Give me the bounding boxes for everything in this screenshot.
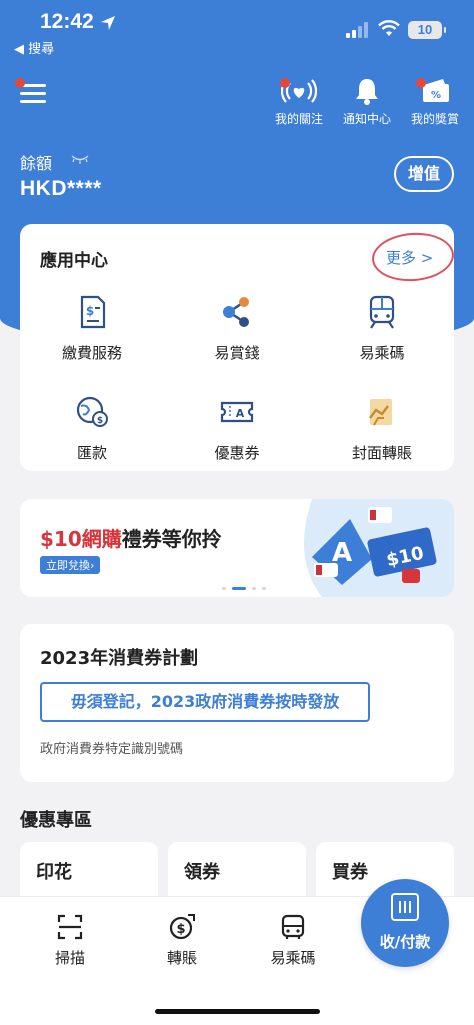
app-label: 易乘碼 xyxy=(359,344,405,362)
cellular-signal-icon xyxy=(346,22,370,38)
svg-text:A: A xyxy=(236,407,245,420)
banner-pagination xyxy=(222,587,282,591)
eye-closed-icon[interactable] xyxy=(70,152,90,166)
app-center-title: 應用中心 xyxy=(40,251,108,271)
svg-text:%: % xyxy=(431,90,441,101)
transfer-icon: $ xyxy=(169,914,195,940)
barcode-icon xyxy=(391,893,419,921)
app-center-card: 應用中心 更多 > $ 繳費服務 易賞錢 易乘碼 $ 匯款 A 優惠券 封面轉賬 xyxy=(20,224,456,471)
promo-banner[interactable]: $10網購禮券等你拎 立即兌換› A $10 xyxy=(20,499,454,597)
nav-label: 易乘碼 xyxy=(270,949,316,967)
my-follow-button[interactable]: 我的關注 xyxy=(264,76,334,127)
banner-title-rest: 禮券等你拎 xyxy=(121,527,222,551)
train-icon xyxy=(369,295,395,329)
nav-label: 轉賬 xyxy=(166,949,197,967)
svg-text:$: $ xyxy=(86,304,94,318)
home-indicator xyxy=(155,1009,320,1014)
status-time: 12:42 xyxy=(40,10,94,33)
rewards-notification-dot xyxy=(416,78,426,88)
app-label: 優惠券 xyxy=(214,444,260,462)
app-label: 易賞錢 xyxy=(214,344,260,362)
bill-icon: $ xyxy=(80,295,106,329)
nav-label: 掃描 xyxy=(54,949,85,967)
app-label: 匯款 xyxy=(76,444,107,462)
my-rewards-label: 我的獎賞 xyxy=(410,112,459,126)
balance-value: HKD**** xyxy=(20,177,102,200)
my-follow-label: 我的關注 xyxy=(274,112,323,126)
banner-title: $10網購禮券等你拎 xyxy=(40,523,222,552)
app-center-more-link[interactable]: 更多 > xyxy=(386,247,433,268)
scan-icon xyxy=(57,914,83,940)
voucher-plan-title: 2023年消費券計劃 xyxy=(40,648,199,669)
share-nodes-icon xyxy=(223,297,249,327)
bell-icon xyxy=(356,79,378,105)
voucher-plan-card: 2023年消費券計劃 毋須登記，2023政府消費券按時發放 政府消費券特定識別號… xyxy=(20,624,454,782)
app-label: 封面轉賬 xyxy=(351,444,412,462)
app-transit-code[interactable]: 易乘碼 xyxy=(310,294,454,363)
banner-illustration: A $10 xyxy=(304,499,454,597)
banner-redeem-tag[interactable]: 立即兌換› xyxy=(40,556,101,574)
top-up-button[interactable]: 增值 xyxy=(394,156,454,192)
promo-zone-title: 優惠專區 xyxy=(20,810,92,831)
balance-label: 餘額 xyxy=(20,154,53,173)
battery-icon: 10 xyxy=(408,21,446,39)
collect-pay-label: 收/付款 xyxy=(379,933,431,951)
my-rewards-button[interactable]: % 我的獎賞 xyxy=(400,76,470,127)
app-label: 繳費服務 xyxy=(61,344,122,362)
nav-scan[interactable]: 掃描 xyxy=(30,913,110,968)
bus-icon xyxy=(281,914,305,939)
follow-notification-dot xyxy=(280,78,290,88)
svg-text:$: $ xyxy=(97,416,103,426)
envelope-transfer-icon xyxy=(369,399,392,426)
app-remittance[interactable]: $ 匯款 xyxy=(20,394,164,463)
menu-notification-dot xyxy=(15,78,25,88)
notification-center-button[interactable]: 通知中心 xyxy=(332,76,402,127)
notification-center-label: 通知中心 xyxy=(342,112,391,126)
back-to-search-link[interactable]: ◀ 搜尋 xyxy=(14,38,54,57)
promo-card-label: 領券 xyxy=(184,862,220,883)
promo-card-label: 買券 xyxy=(332,862,368,883)
app-bill-payment[interactable]: $ 繳費服務 xyxy=(20,294,164,363)
voucher-plan-button[interactable]: 毋須登記，2023政府消費券按時發放 xyxy=(40,682,370,722)
location-arrow-icon xyxy=(101,16,115,30)
globe-money-icon: $ xyxy=(76,396,108,427)
wifi-icon xyxy=(378,20,400,36)
promo-card-label: 印花 xyxy=(36,862,72,883)
voucher-plan-subtitle[interactable]: 政府消費券特定識別號碼 xyxy=(40,738,183,757)
ticket-icon: A xyxy=(220,401,254,423)
status-bar: 12:42 ◀ 搜尋 10 xyxy=(0,0,474,57)
app-yuu-rewards[interactable]: 易賞錢 xyxy=(165,294,309,363)
svg-text:$: $ xyxy=(176,922,185,937)
banner-title-highlight: $10網購 xyxy=(40,527,122,551)
app-coupons[interactable]: A 優惠券 xyxy=(165,394,309,463)
nav-transit-code[interactable]: 易乘碼 xyxy=(253,913,333,968)
nav-transfer[interactable]: $ 轉賬 xyxy=(142,913,222,968)
app-envelope-transfer[interactable]: 封面轉賬 xyxy=(310,394,454,463)
collect-pay-button[interactable]: 收/付款 xyxy=(361,879,449,967)
